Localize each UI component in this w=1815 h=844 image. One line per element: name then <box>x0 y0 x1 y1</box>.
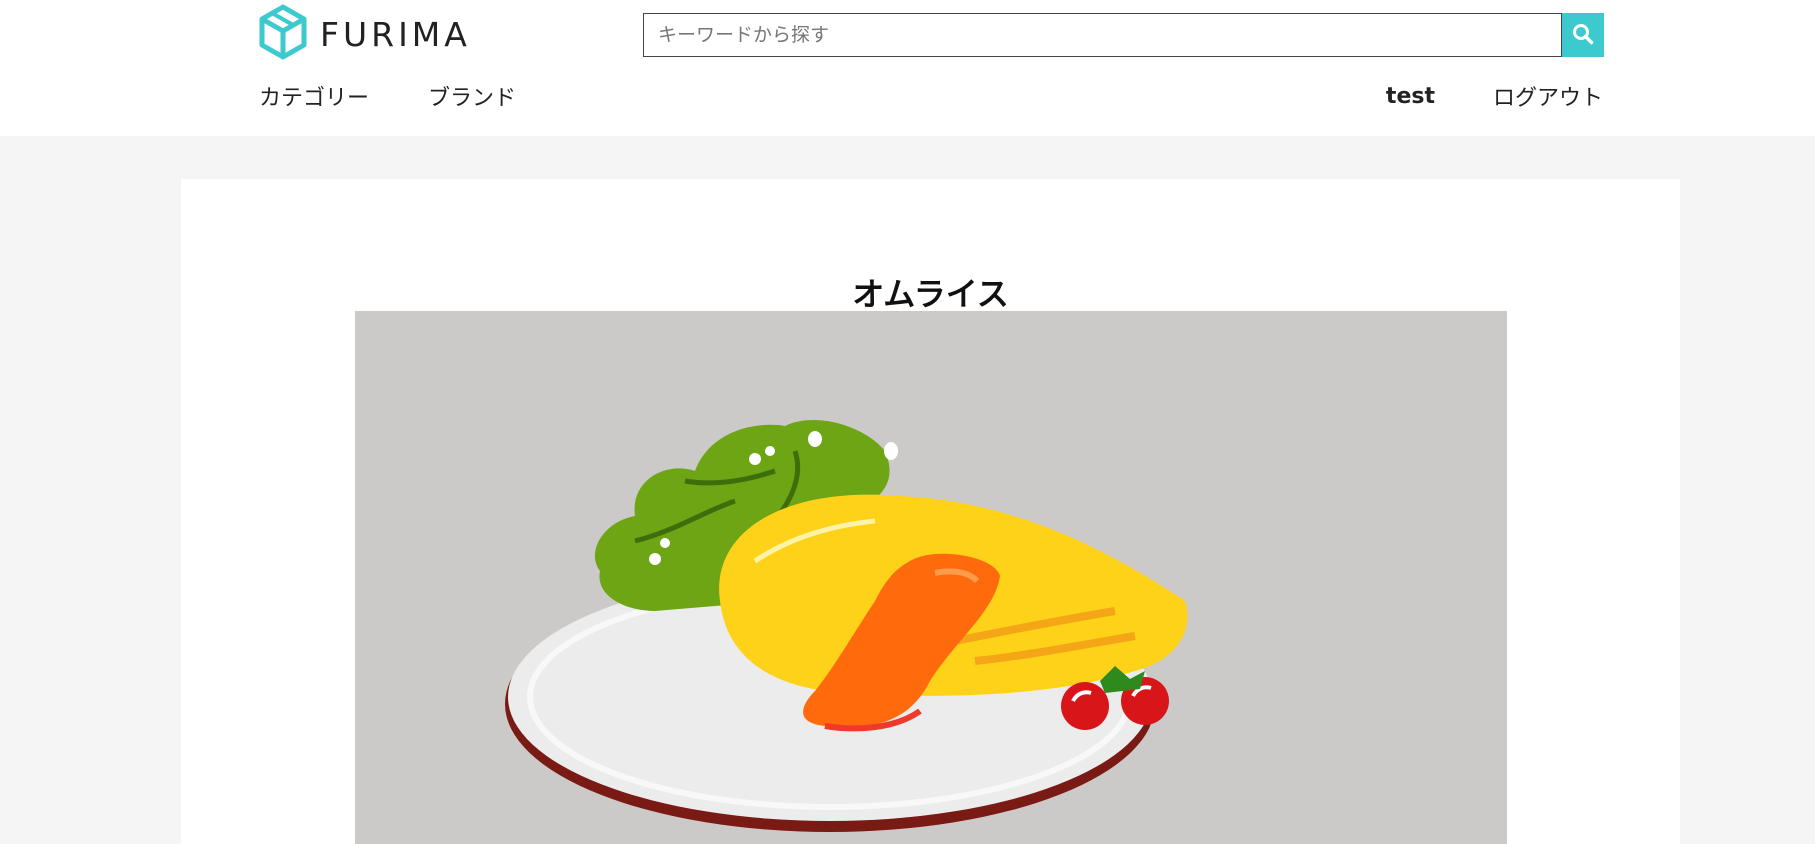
omurice-illustration <box>355 311 1507 844</box>
cube-logo-icon <box>258 4 308 64</box>
user-nav: test ログアウト <box>1386 80 1603 112</box>
logo-text: FURIMA <box>320 14 471 54</box>
search-input[interactable] <box>643 13 1562 57</box>
logout-link[interactable]: ログアウト <box>1493 80 1603 112</box>
item-image[interactable] <box>355 311 1507 844</box>
search-bar <box>643 13 1604 57</box>
nav-category-link[interactable]: カテゴリー <box>259 80 369 112</box>
item-detail-card: オムライス <box>181 179 1680 844</box>
category-nav: カテゴリー ブランド <box>259 80 516 112</box>
search-icon <box>1572 23 1594 48</box>
site-header: FURIMA カテゴリー ブランド test ログアウト <box>0 0 1815 136</box>
user-name-link[interactable]: test <box>1386 84 1435 109</box>
search-button[interactable] <box>1562 13 1604 57</box>
nav-brand-link[interactable]: ブランド <box>428 80 516 112</box>
item-title: オムライス <box>852 275 1009 313</box>
site-logo[interactable]: FURIMA <box>258 4 471 64</box>
